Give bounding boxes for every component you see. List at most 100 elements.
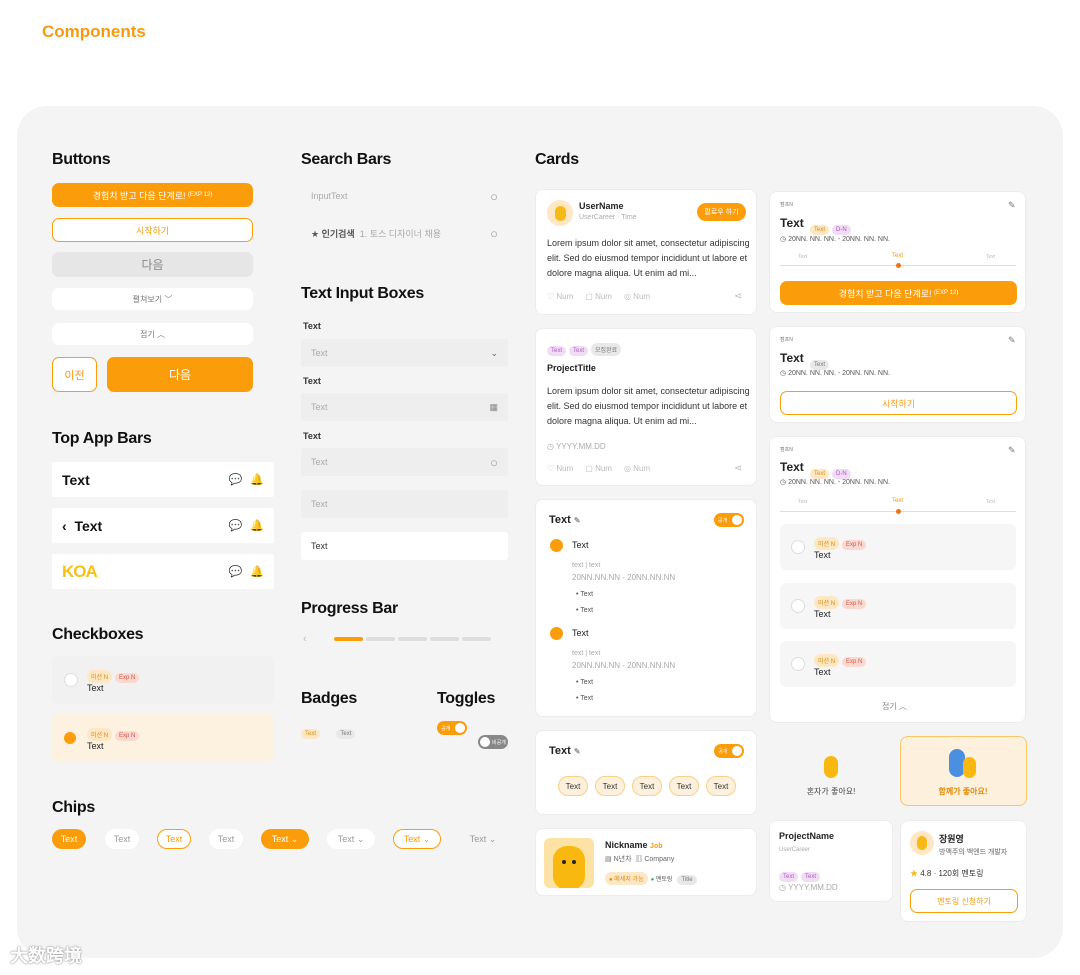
chip-dropdown-white[interactable]: Text ⌄ bbox=[327, 829, 375, 849]
start-button[interactable]: 시작하기 bbox=[52, 218, 253, 242]
checkbox[interactable] bbox=[791, 540, 805, 554]
chip[interactable]: Text bbox=[632, 776, 662, 796]
camp-card-start[interactable]: 캠프N ✎ Text Text ◷ 20NN. NN. NN. - 20NN. … bbox=[769, 326, 1026, 423]
text-input[interactable]: Text bbox=[301, 490, 508, 518]
search-bar-popular[interactable]: ★ 인기검색 1. 토스 디자이너 채용 ○ bbox=[301, 220, 508, 246]
step-dot-active bbox=[896, 263, 901, 268]
follow-button[interactable]: 팔로우 하기 bbox=[697, 203, 746, 221]
search-input[interactable]: Text ○ bbox=[301, 448, 508, 476]
mentor-name: 장원영 bbox=[939, 834, 964, 844]
comment-stat[interactable]: ▢ Num bbox=[585, 292, 612, 301]
camp-card-missions[interactable]: 캠프N ✎ Text Text D-N ◷ 20NN. NN. NN. - 20N… bbox=[769, 436, 1026, 723]
chips-card[interactable]: Text ✎ 공개 Text Text Text Text Text bbox=[535, 730, 757, 815]
chip-outline[interactable]: Text bbox=[157, 829, 191, 849]
project-card[interactable]: Text Text 모집완료 ProjectTitle Lorem ipsum do… bbox=[535, 328, 757, 486]
chip-dropdown-filled[interactable]: Text ⌄ bbox=[261, 829, 309, 849]
search-icon[interactable]: ○ bbox=[490, 226, 498, 241]
edit-icon[interactable]: ✎ bbox=[1008, 200, 1016, 211]
start-button[interactable]: 시작하기 bbox=[780, 391, 1017, 415]
primary-button[interactable]: 경험치 받고 다음 단계로! (EXP 12) bbox=[52, 183, 253, 207]
badge-text: 메세지 가능 bbox=[614, 877, 644, 883]
like-stat[interactable]: ♡ Num bbox=[547, 464, 573, 473]
checkbox[interactable] bbox=[791, 657, 805, 671]
popular-item: 1. 토스 디자이너 채용 bbox=[359, 228, 441, 239]
choice-together[interactable]: 함께가 좋아요! bbox=[900, 736, 1027, 806]
prev-button[interactable]: 이전 bbox=[52, 357, 97, 392]
choice-alone[interactable]: 혼자가 좋아요! bbox=[769, 736, 893, 806]
toggle-off[interactable]: 비공개 bbox=[478, 735, 508, 749]
camp-title: Text bbox=[780, 351, 804, 365]
dropdown-input[interactable]: Text ⌄ bbox=[301, 339, 508, 367]
bullet-text: Text bbox=[580, 695, 594, 702]
toggle-on[interactable]: 공개 bbox=[714, 513, 744, 527]
chip-dropdown-outline[interactable]: Text ⌄ bbox=[393, 829, 441, 849]
years-text: N년차 bbox=[613, 856, 632, 863]
checkbox[interactable] bbox=[64, 673, 78, 687]
mission-tag: 미션 N bbox=[814, 654, 840, 667]
profile-card[interactable]: Nickname Job ▤ N년차 ▥ Company ● 메세지 가능 ● 멘… bbox=[535, 828, 757, 896]
checkbox-checked[interactable] bbox=[64, 732, 76, 744]
input-placeholder: Text bbox=[311, 499, 328, 509]
fold-button[interactable]: 접기 ︿ bbox=[882, 701, 907, 712]
mission-card[interactable]: Text ✎ 공개 Text text | text 20NN.NN.NN - … bbox=[535, 499, 757, 717]
chip-filled[interactable]: Text bbox=[52, 829, 86, 849]
search-icon[interactable]: ○ bbox=[490, 189, 498, 204]
search-bar[interactable]: InputText ○ bbox=[301, 183, 508, 209]
checkbox-item-checked[interactable]: 미션 N Exp N Text bbox=[52, 714, 274, 762]
mission-checkbox-item[interactable]: 미션 N Exp N Text bbox=[780, 583, 1016, 629]
comment-stat[interactable]: ▢ Num bbox=[585, 464, 612, 473]
mentor-card[interactable]: 장원영 방맥주의 백엔드 개발자 ★ 4.8 · 120회 멘토링 멘토링 신청… bbox=[900, 820, 1027, 922]
chip[interactable]: Text bbox=[706, 776, 736, 796]
chip[interactable]: Text bbox=[558, 776, 588, 796]
toggle-on[interactable]: 공개 bbox=[714, 744, 744, 758]
calendar-icon[interactable]: ▦ bbox=[489, 402, 498, 413]
chip-white[interactable]: Text bbox=[105, 829, 139, 849]
toggle-knob bbox=[732, 746, 742, 756]
progress-segment bbox=[398, 637, 427, 641]
mentor-request-button[interactable]: 멘토링 신청하기 bbox=[910, 889, 1018, 913]
koa-logo[interactable]: KOA bbox=[62, 562, 98, 582]
edit-icon[interactable]: ✎ bbox=[574, 516, 581, 525]
toggle-on[interactable]: 공개 bbox=[437, 721, 467, 735]
bell-icon[interactable]: 🔔 bbox=[250, 565, 264, 578]
chat-icon[interactable]: 💬 bbox=[229, 519, 243, 532]
chevron-up-icon: ︿ bbox=[898, 702, 907, 711]
bell-icon[interactable]: 🔔 bbox=[250, 519, 264, 532]
back-icon[interactable]: ‹ bbox=[303, 633, 307, 645]
expand-button[interactable]: 펼쳐보기 ﹀ bbox=[52, 288, 253, 310]
next-disabled-button[interactable]: 다음 bbox=[52, 252, 253, 277]
edit-icon[interactable]: ✎ bbox=[1008, 335, 1016, 346]
chat-icon[interactable]: 💬 bbox=[229, 473, 243, 486]
input-label: Text bbox=[303, 376, 321, 386]
range-text: 20NN. NN. NN. - 20NN. NN. NN. bbox=[788, 479, 890, 486]
bell-icon[interactable]: 🔔 bbox=[250, 473, 264, 486]
character-image bbox=[544, 838, 594, 888]
camp-card-progress[interactable]: 캠프N ✎ Text Text D-N ◷ 20NN. NN. NN. - 20N… bbox=[769, 191, 1026, 313]
chip-dropdown-plain[interactable]: Text ⌄ bbox=[459, 829, 507, 849]
mission-checkbox-item[interactable]: 미션 N Exp N Text bbox=[780, 524, 1016, 570]
status-dot-icon: ● bbox=[650, 877, 655, 883]
date-input[interactable]: Text ▦ bbox=[301, 393, 508, 421]
share-icon[interactable]: ⋖ bbox=[734, 463, 742, 474]
edit-icon[interactable]: ✎ bbox=[574, 747, 581, 756]
checkbox-item[interactable]: 미션 N Exp N Text bbox=[52, 656, 274, 704]
fold-button[interactable]: 접기 ︿ bbox=[52, 323, 253, 345]
like-stat[interactable]: ♡ Num bbox=[547, 292, 573, 301]
next-button[interactable]: 다음 bbox=[107, 357, 253, 392]
share-icon[interactable]: ⋖ bbox=[734, 291, 742, 302]
back-icon[interactable]: ‹ bbox=[62, 518, 67, 534]
user-post-card[interactable]: UserName UserCareer · Time 팔로우 하기 Lorem … bbox=[535, 189, 757, 315]
chat-icon[interactable]: 💬 bbox=[229, 565, 243, 578]
chip[interactable]: Text bbox=[595, 776, 625, 796]
chip-white[interactable]: Text bbox=[209, 829, 243, 849]
checkbox[interactable] bbox=[791, 599, 805, 613]
text-input-filled[interactable]: Text bbox=[301, 532, 508, 560]
chip[interactable]: Text bbox=[669, 776, 699, 796]
primary-button[interactable]: 경험치 받고 다음 단계로! (EXP 12) bbox=[780, 281, 1017, 305]
project-date: ◷ YYYY.MM.DD bbox=[779, 883, 838, 892]
edit-icon[interactable]: ✎ bbox=[1008, 445, 1016, 456]
search-icon[interactable]: ○ bbox=[490, 455, 498, 470]
small-project-card[interactable]: ProjectName UserCareer Text Text ◷ YYYY.M… bbox=[769, 820, 893, 902]
progress-bar-heading: Progress Bar bbox=[301, 600, 398, 617]
mission-checkbox-item[interactable]: 미션 N Exp N Text bbox=[780, 641, 1016, 687]
